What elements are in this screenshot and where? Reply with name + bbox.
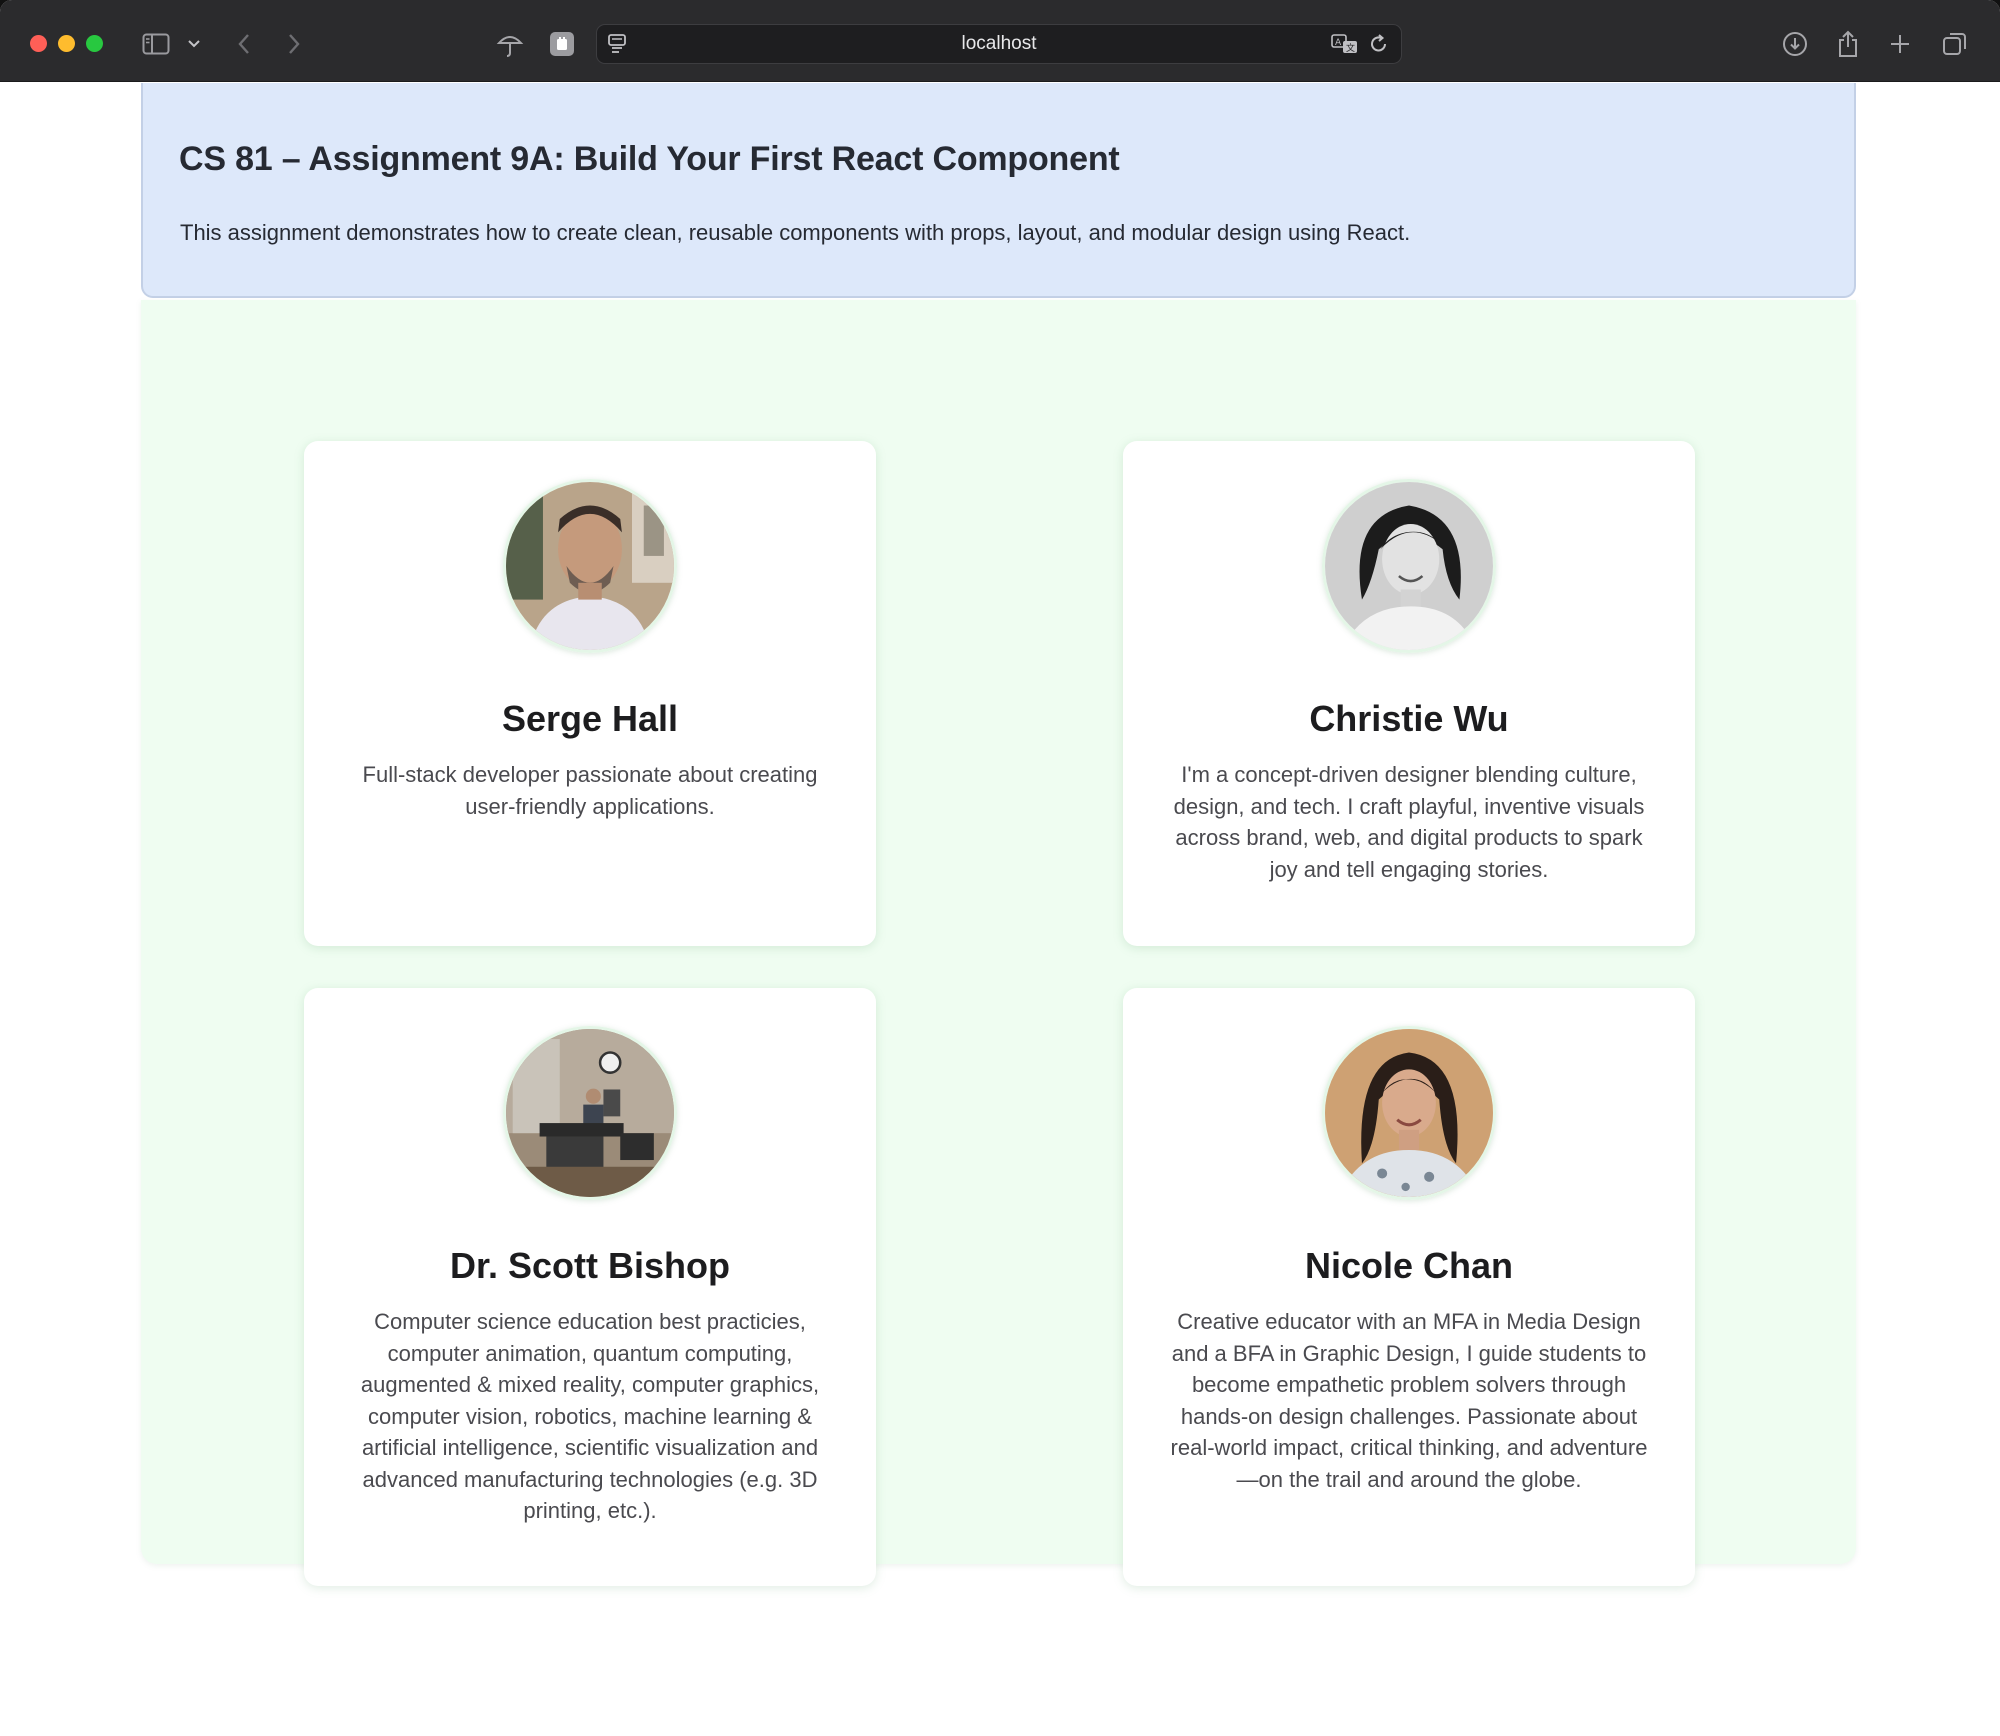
profile-name: Christie Wu	[1309, 698, 1509, 739]
profile-bio: Computer science education best practici…	[360, 1309, 820, 1523]
profile-card: Serge Hall Full-stack developer passiona…	[304, 441, 876, 946]
sidebar-icon[interactable]	[140, 24, 172, 64]
profile-photo	[1322, 1026, 1496, 1200]
profile-card: Nicole Chan Creative educator with an MF…	[1123, 988, 1695, 1586]
profile-bio: I'm a concept-driven designer blending c…	[1173, 762, 1645, 882]
reload-icon[interactable]	[1369, 33, 1389, 60]
back-icon[interactable]	[232, 24, 256, 64]
extension-icon[interactable]	[548, 24, 576, 64]
privacy-umbrella-icon[interactable]	[494, 24, 526, 64]
profile-bio: Creative educator with an MFA in Media D…	[1170, 1309, 1648, 1492]
profile-bio: Full-stack developer passionate about cr…	[362, 762, 818, 819]
forward-icon[interactable]	[282, 24, 306, 64]
page-content: CS 81 – Assignment 9A: Build Your First …	[0, 82, 2000, 1736]
translate-icon[interactable]: A文	[1331, 33, 1359, 60]
page-description: This assignment demonstrates how to crea…	[180, 220, 1411, 245]
profile-name: Serge Hall	[501, 698, 679, 739]
browser-window: localhost A文 CS 81 – Assignment 9A: Buil…	[0, 0, 2000, 1736]
close-window-button[interactable]	[30, 35, 47, 52]
profile-name: Nicole Chan	[1304, 1245, 1514, 1286]
profile-grid: Serge Hall Full-stack developer passiona…	[141, 300, 1856, 1586]
profile-card: Christie Wu I'm a concept-driven designe…	[1123, 441, 1695, 946]
svg-text:文: 文	[1346, 42, 1355, 54]
profile-photo	[503, 1026, 677, 1200]
tab-overview-icon[interactable]	[1940, 24, 1970, 64]
profile-photo	[1322, 479, 1496, 653]
address-bar[interactable]: localhost A文	[596, 24, 1402, 64]
assignment-header: CS 81 – Assignment 9A: Build Your First …	[141, 83, 1856, 298]
downloads-icon[interactable]	[1780, 24, 1810, 64]
zoom-window-button[interactable]	[86, 35, 103, 52]
minimize-window-button[interactable]	[58, 35, 75, 52]
chevron-down-icon[interactable]	[184, 24, 204, 64]
profile-name: Dr. Scott Bishop	[449, 1245, 731, 1286]
share-icon[interactable]	[1834, 24, 1862, 64]
profile-photo	[503, 479, 677, 653]
new-tab-icon[interactable]	[1886, 24, 1914, 64]
profile-card: Dr. Scott Bishop Computer science educat…	[304, 988, 876, 1586]
address-text: localhost	[961, 33, 1037, 54]
browser-toolbar: localhost A文	[0, 0, 2000, 82]
page-title: CS 81 – Assignment 9A: Build Your First …	[179, 140, 1120, 178]
svg-text:A: A	[1335, 38, 1342, 48]
